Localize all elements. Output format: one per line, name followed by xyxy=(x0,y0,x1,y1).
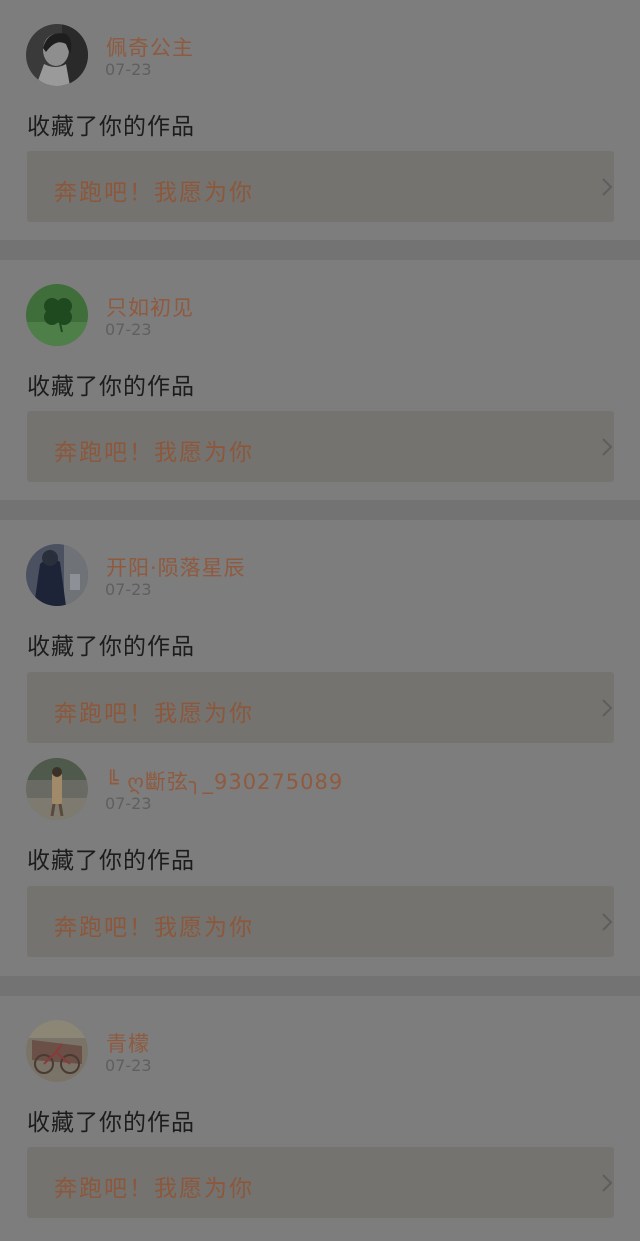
work-title: 奔跑吧！我愿为你 xyxy=(54,440,254,466)
work-title: 奔跑吧！我愿为你 xyxy=(54,1176,254,1202)
timestamp: 07-23 xyxy=(105,320,152,339)
username[interactable]: ╚ ღ斷弦╮_930275089 xyxy=(106,766,343,796)
action-text: 收藏了你的作品 xyxy=(27,634,195,660)
work-link[interactable]: 奔跑吧！我愿为你 xyxy=(27,886,614,957)
card-separator xyxy=(0,240,640,260)
timestamp: 07-23 xyxy=(105,60,152,79)
action-text: 收藏了你的作品 xyxy=(27,374,195,400)
username[interactable]: 佩奇公主 xyxy=(106,32,194,62)
card-separator xyxy=(0,976,640,996)
chevron-right-icon xyxy=(602,438,613,456)
avatar-clover-icon xyxy=(26,284,88,346)
timestamp: 07-23 xyxy=(105,794,152,813)
username[interactable]: 只如初见 xyxy=(106,292,194,322)
work-title: 奔跑吧！我愿为你 xyxy=(54,701,254,727)
timestamp: 07-23 xyxy=(105,580,152,599)
card-separator xyxy=(0,500,640,520)
feed-card: 佩奇公主 07-23 收藏了你的作品 奔跑吧！我愿为你 xyxy=(0,0,640,240)
username[interactable]: 青檬 xyxy=(106,1028,150,1058)
feed-card: 只如初见 07-23 收藏了你的作品 奔跑吧！我愿为你 xyxy=(0,260,640,500)
activity-feed: 佩奇公主 07-23 收藏了你的作品 奔跑吧！我愿为你 只如初见 07-23 收… xyxy=(0,0,640,1241)
feed-card: 开阳·陨落星辰 07-23 收藏了你的作品 奔跑吧！我愿为你 xyxy=(0,520,640,744)
work-link[interactable]: 奔跑吧！我愿为你 xyxy=(27,1147,614,1218)
timestamp: 07-23 xyxy=(105,1056,152,1075)
action-text: 收藏了你的作品 xyxy=(27,848,195,874)
feed-card: ╚ ღ斷弦╮_930275089 07-23 收藏了你的作品 奔跑吧！我愿为你 xyxy=(0,744,640,976)
avatar[interactable] xyxy=(26,284,88,346)
avatar-street-person-icon xyxy=(26,758,88,820)
action-text: 收藏了你的作品 xyxy=(27,114,195,140)
work-title: 奔跑吧！我愿为你 xyxy=(54,180,254,206)
work-link[interactable]: 奔跑吧！我愿为你 xyxy=(27,411,614,482)
avatar[interactable] xyxy=(26,1020,88,1082)
work-link[interactable]: 奔跑吧！我愿为你 xyxy=(27,151,614,222)
username[interactable]: 开阳·陨落星辰 xyxy=(106,552,246,582)
avatar-woman-profile-icon xyxy=(26,24,88,86)
avatar[interactable] xyxy=(26,24,88,86)
action-text: 收藏了你的作品 xyxy=(27,1110,195,1136)
feed-card: 青檬 07-23 收藏了你的作品 奔跑吧！我愿为你 xyxy=(0,996,640,1241)
avatar-figure-blue-icon xyxy=(26,544,88,606)
avatar[interactable] xyxy=(26,544,88,606)
work-link[interactable]: 奔跑吧！我愿为你 xyxy=(27,672,614,743)
chevron-right-icon xyxy=(602,1174,613,1192)
chevron-right-icon xyxy=(602,699,613,717)
chevron-right-icon xyxy=(602,178,613,196)
avatar[interactable] xyxy=(26,758,88,820)
work-title: 奔跑吧！我愿为你 xyxy=(54,915,254,941)
chevron-right-icon xyxy=(602,913,613,931)
avatar-bicycle-icon xyxy=(26,1020,88,1082)
